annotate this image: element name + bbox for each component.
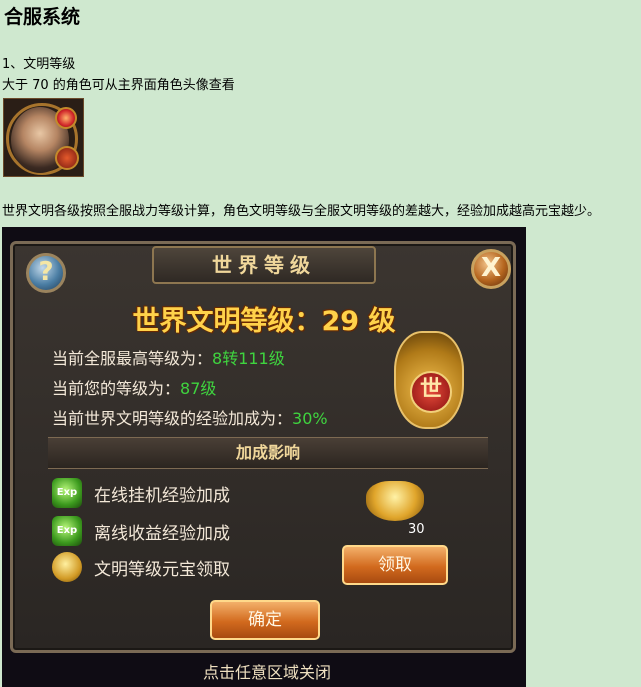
close-hint[interactable]: 点击任意区域关闭 (162, 659, 372, 683)
info-value: 8转111级 (212, 349, 285, 368)
info-label: 当前您的等级为： (52, 379, 181, 398)
gem-icon (55, 107, 77, 129)
exp-icon: Exp (52, 516, 82, 546)
info-label: 当前全服最高等级为： (52, 349, 213, 368)
info-label: 当前世界文明等级的经验加成为： (52, 409, 293, 428)
info-exp-bonus: 当前世界文明等级的经验加成为：30% (52, 405, 328, 429)
world-level-heading: 世界文明等级：29 级 (132, 306, 396, 337)
bonus-row-online: Exp 在线挂机经验加成 (52, 477, 230, 509)
panel-title: 世界等级 (152, 246, 376, 284)
claim-button[interactable]: 领取 (342, 545, 448, 585)
description-text: 世界文明各级按照全服战力等级计算，角色文明等级与全服文明等级的差越大，经验加成越… (2, 204, 601, 219)
seal-character: 世 (410, 371, 452, 413)
section-heading: 1、文明等级 (2, 57, 76, 72)
exp-icon: Exp (52, 478, 82, 508)
bonus-row-ingot: 文明等级元宝领取 (52, 551, 230, 583)
close-button[interactable]: X (471, 249, 511, 289)
character-avatar (3, 98, 84, 177)
page-title: 合服系统 (4, 6, 81, 28)
bonus-label: 文明等级元宝领取 (94, 559, 230, 580)
help-button[interactable]: ? (26, 253, 66, 293)
bonus-row-offline: Exp 离线收益经验加成 (52, 515, 230, 547)
info-value: 87级 (180, 379, 217, 398)
game-screenshot: ? 世界等级 X 世界文明等级：29 级 当前全服最高等级为：8转111级 当前… (2, 227, 526, 687)
section-note: 大于 70 的角色可从主界面角色头像查看 (2, 78, 235, 93)
world-seal-icon: 世 (394, 331, 464, 429)
bonus-label: 在线挂机经验加成 (94, 485, 230, 506)
info-value: 30% (292, 409, 328, 428)
badge-icon (55, 146, 79, 170)
info-server-max-level: 当前全服最高等级为：8转111级 (52, 345, 285, 369)
ingot-count: 30 (408, 522, 425, 537)
info-your-level: 当前您的等级为：87级 (52, 375, 216, 399)
gold-ingot-reward-icon (366, 481, 424, 521)
gold-ingot-icon (52, 552, 82, 582)
confirm-button[interactable]: 确定 (210, 600, 320, 640)
bonus-label: 离线收益经验加成 (94, 523, 230, 544)
bonus-section-title: 加成影响 (48, 437, 488, 469)
